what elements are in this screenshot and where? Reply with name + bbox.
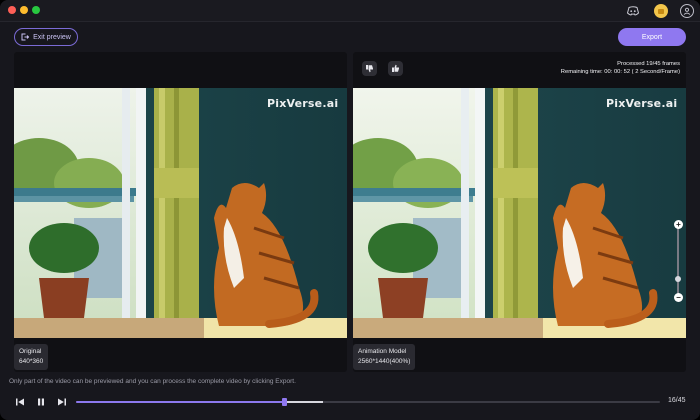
processing-status: Processed 19/45 frames Remaining time: 0… xyxy=(561,60,680,76)
timeline-track[interactable] xyxy=(76,398,660,406)
thumbs-down-icon xyxy=(366,65,373,73)
exit-preview-label: Exit preview xyxy=(33,33,71,41)
result-image: PixVerse.ai xyxy=(353,88,686,338)
zoom-slider-track[interactable] xyxy=(677,221,679,295)
skip-forward-icon xyxy=(58,398,66,406)
processed-frames-text: Processed 19/45 frames xyxy=(617,61,680,67)
exit-preview-button[interactable]: Exit preview xyxy=(14,28,78,46)
result-caption: Animation Model 2560*1440(400%) xyxy=(353,344,416,370)
zoom-in-button[interactable]: + xyxy=(674,220,683,229)
thumbs-down-button[interactable] xyxy=(362,61,377,76)
user-icon[interactable] xyxy=(680,4,694,18)
thumbs-up-icon xyxy=(392,64,399,72)
close-window-button[interactable] xyxy=(8,6,16,14)
app-window: Exit preview Export PixVerse.ai Original… xyxy=(0,0,700,420)
zoom-out-button[interactable]: − xyxy=(674,293,683,302)
caption-title: Animation Model xyxy=(358,348,407,355)
timeline-played xyxy=(76,401,284,403)
frame-counter: 16/45 xyxy=(668,397,686,404)
minimize-window-button[interactable] xyxy=(20,6,28,14)
timeline-processed xyxy=(283,401,323,403)
original-image: PixVerse.ai xyxy=(14,88,347,338)
remaining-time-text: Remaining time: 00: 00: 52 ( 2 Second/Fr… xyxy=(560,69,680,75)
zoom-slider-handle[interactable] xyxy=(675,275,681,282)
pause-icon xyxy=(38,398,44,406)
original-preview-panel: PixVerse.ai Original 640*360 xyxy=(14,52,347,372)
original-caption: Original 640*360 xyxy=(14,344,49,370)
exit-icon xyxy=(21,33,30,41)
watermark-logo: PixVerse.ai xyxy=(267,97,339,110)
thumbs-up-button[interactable] xyxy=(388,61,403,76)
title-bar xyxy=(0,0,700,22)
previous-frame-button[interactable] xyxy=(14,396,26,408)
caption-title: Original xyxy=(19,348,42,355)
preview-hint-text: Only part of the video can be previewed … xyxy=(9,378,296,385)
result-preview-panel: Processed 19/45 frames Remaining time: 0… xyxy=(353,52,686,372)
skip-back-icon xyxy=(16,398,24,406)
discord-icon[interactable] xyxy=(626,4,640,18)
export-button[interactable]: Export xyxy=(618,28,686,46)
watermark-logo: PixVerse.ai xyxy=(606,97,678,110)
pause-button[interactable] xyxy=(35,396,47,408)
caption-resolution: 2560*1440(400%) xyxy=(358,358,411,365)
coin-icon[interactable] xyxy=(654,4,668,18)
maximize-window-button[interactable] xyxy=(32,6,40,14)
next-frame-button[interactable] xyxy=(56,396,68,408)
timeline-handle[interactable] xyxy=(281,398,287,406)
caption-resolution: 640*360 xyxy=(19,358,44,365)
